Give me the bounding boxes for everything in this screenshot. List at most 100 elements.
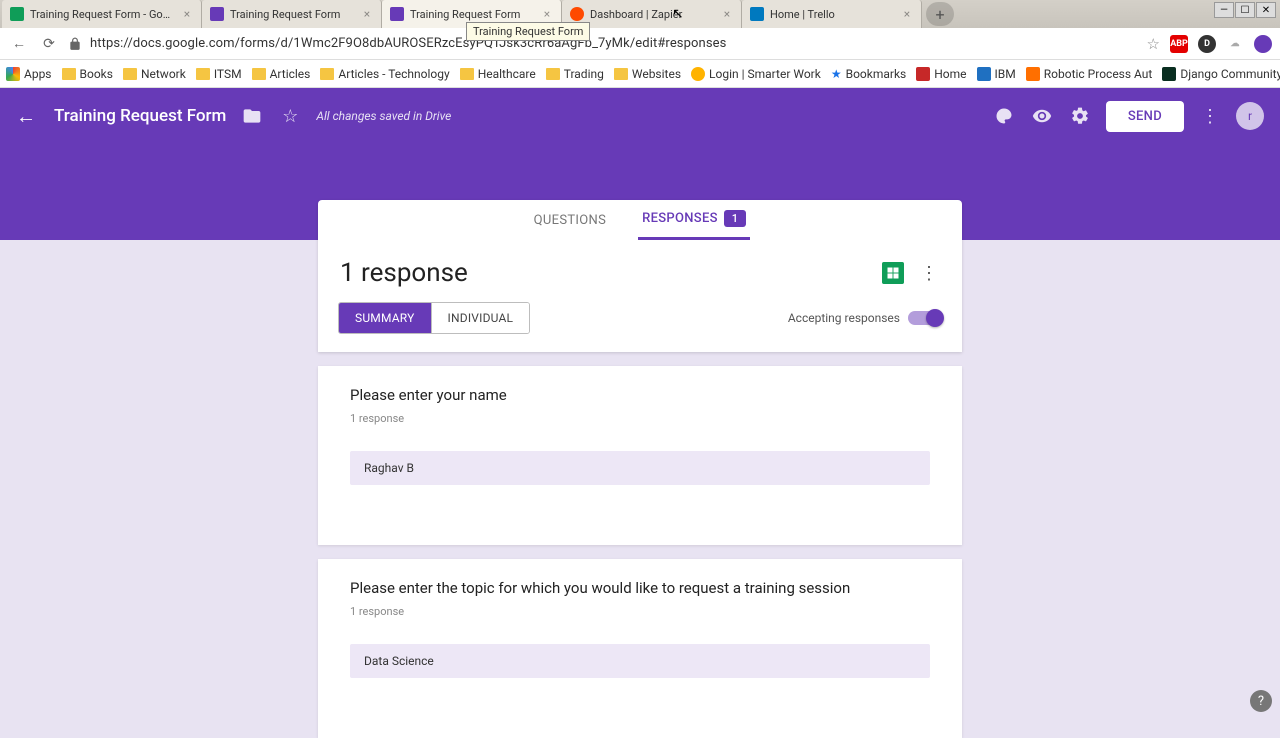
tab-questions[interactable]: QUESTIONS [530,200,610,240]
bookmark-item[interactable]: Articles [252,67,311,81]
browser-tab[interactable]: Training Request Form × [202,0,382,28]
question-subtext: 1 response [350,605,930,618]
sheets-icon [10,7,24,21]
question-title: Please enter the topic for which you wou… [350,579,930,597]
response-count-badge: 1 [724,210,747,227]
send-button[interactable]: SEND [1106,101,1184,132]
zapier-icon [570,7,584,21]
bookmarks-bar: Apps Books Network ITSM Articles Article… [0,60,1280,88]
folder-icon [123,68,137,80]
form-title[interactable]: Training Request Form [54,106,226,126]
response-heading: 1 response [340,258,882,288]
individual-button[interactable]: INDIVIDUAL [431,303,530,333]
folder-icon [62,68,76,80]
ibm-icon [977,67,991,81]
answer-value: Raghav B [350,451,930,485]
answer-value: Data Science [350,644,930,678]
close-icon[interactable]: × [181,8,193,20]
close-window-button[interactable]: ✕ [1256,2,1276,18]
django-icon [1162,67,1176,81]
ext-icon[interactable]: ☁ [1226,35,1244,53]
bookmark-item[interactable]: Robotic Process Aut [1026,67,1153,81]
account-avatar[interactable]: r [1236,102,1264,130]
ext-icon[interactable]: D [1198,35,1216,53]
tab-tooltip: Training Request Form [466,22,590,41]
bookmark-item[interactable]: Login | Smarter Work [691,67,821,81]
view-toggle: SUMMARY INDIVIDUAL [338,302,530,334]
responses-card: QUESTIONS RESPONSES 1 1 response ⋮ SUMMA… [318,200,962,352]
close-icon[interactable]: × [901,8,913,20]
folder-icon [546,68,560,80]
browser-tab-strip: Training Request Form - Google × Trainin… [0,0,1280,28]
lock-icon [68,37,82,51]
close-icon[interactable]: × [721,8,733,20]
window-controls: — ☐ ✕ [1214,2,1276,18]
more-icon[interactable]: ⋮ [1198,104,1222,128]
bookmark-item[interactable]: Articles - Technology [320,67,449,81]
profile-icon[interactable] [1254,35,1272,53]
star-icon[interactable]: ☆ [278,104,302,128]
bookmark-item[interactable]: Books [62,67,113,81]
close-icon[interactable]: × [541,8,553,20]
help-button[interactable]: ? [1250,690,1272,712]
star-icon[interactable]: ☆ [1147,35,1160,53]
bookmark-item[interactable]: Trading [546,67,604,81]
summary-button[interactable]: SUMMARY [339,303,431,333]
folder-icon [196,68,210,80]
maximize-button[interactable]: ☐ [1235,2,1255,18]
bookmark-item[interactable]: Network [123,67,186,81]
apps-icon [6,67,20,81]
bulb-icon [691,67,705,81]
abp-icon[interactable]: ABP [1170,35,1188,53]
address-bar: ← ⟳ https://docs.google.com/forms/d/1Wmc… [0,28,1280,60]
trello-icon [750,7,764,21]
save-status: All changes saved in Drive [316,109,451,123]
star-icon: ★ [831,67,842,81]
browser-tab[interactable]: Training Request Form - Google × [2,0,202,28]
folder-icon [460,68,474,80]
browser-tab[interactable]: Home | Trello × [742,0,922,28]
more-icon[interactable]: ⋮ [918,263,940,284]
tab-title: Dashboard | Zapier [590,8,715,21]
question-block: Please enter your name 1 response Raghav… [318,366,962,545]
palette-icon[interactable] [992,104,1016,128]
bookmark-item[interactable]: Healthcare [460,67,536,81]
new-tab-button[interactable]: + [926,2,954,26]
back-arrow-icon[interactable]: ← [16,104,40,129]
tab-responses-label: RESPONSES [642,211,718,226]
question-block: Please enter the topic for which you wou… [318,559,962,738]
sheets-icon[interactable] [882,262,904,284]
back-button[interactable]: ← [8,33,30,55]
folder-icon [252,68,266,80]
home-icon [916,67,930,81]
settings-icon[interactable] [1068,104,1092,128]
bookmark-item[interactable]: Home [916,67,966,81]
tab-title: Training Request Form [410,8,535,21]
bookmark-item[interactable]: ★Bookmarks [831,67,906,81]
tab-title: Home | Trello [770,8,895,21]
folder-icon[interactable] [240,104,264,128]
folder-icon [320,68,334,80]
reload-button[interactable]: ⟳ [38,33,60,55]
rpa-icon [1026,67,1040,81]
tab-title: Training Request Form [230,8,355,21]
bookmark-item[interactable]: Websites [614,67,681,81]
question-subtext: 1 response [350,412,930,425]
bookmark-item[interactable]: IBM [977,67,1016,81]
folder-icon [614,68,628,80]
bookmark-item[interactable]: Django Community [1162,67,1280,81]
preview-icon[interactable] [1030,104,1054,128]
form-tabs: QUESTIONS RESPONSES 1 [318,200,962,240]
url-text[interactable]: https://docs.google.com/forms/d/1Wmc2F9O… [90,36,1139,51]
accepting-toggle[interactable] [908,311,942,325]
close-icon[interactable]: × [361,8,373,20]
question-title: Please enter your name [350,386,930,404]
minimize-button[interactable]: — [1214,2,1234,18]
bookmark-apps[interactable]: Apps [6,67,52,81]
tab-responses[interactable]: RESPONSES 1 [638,200,750,240]
forms-icon [390,7,404,21]
bookmark-item[interactable]: ITSM [196,67,242,81]
tab-title: Training Request Form - Google [30,8,175,21]
forms-header: ← Training Request Form ☆ All changes sa… [0,88,1280,144]
accepting-label: Accepting responses [788,311,900,325]
